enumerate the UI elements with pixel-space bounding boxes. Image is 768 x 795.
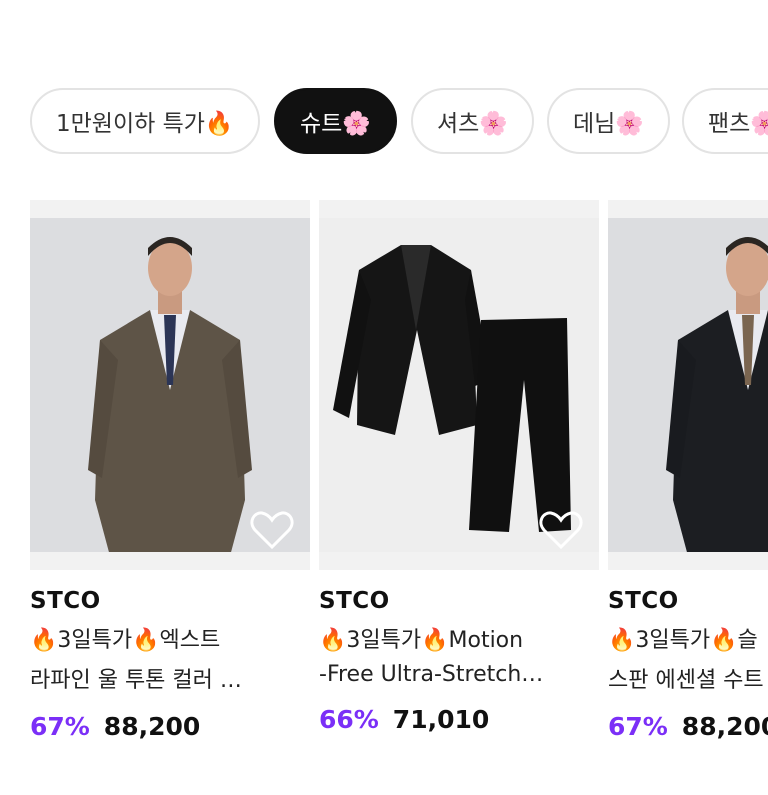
price-row: 66% 71,010 bbox=[319, 705, 599, 734]
product-title-line1: 🔥3일특가🔥슬 bbox=[608, 628, 758, 653]
product-card[interactable]: STCO 🔥3일특가🔥슬 스판 에센셜 수트 67% 88,200 bbox=[608, 200, 768, 741]
product-image-black-suit-flatlay[interactable] bbox=[319, 200, 599, 570]
product-brand: STCO bbox=[608, 588, 679, 614]
heart-icon[interactable] bbox=[250, 510, 294, 550]
chip-shirts[interactable]: 셔츠🌸 bbox=[411, 88, 534, 154]
discount-rate: 67% bbox=[30, 712, 90, 741]
chip-denim[interactable]: 데님🌸 bbox=[547, 88, 670, 154]
product-card[interactable]: STCO 🔥3일특가🔥엑스트 라파인 울 투톤 컬러 … 67% 88,200 bbox=[30, 200, 310, 741]
price-row: 67% 88,200 bbox=[30, 712, 310, 741]
chip-label: 슈트🌸 bbox=[300, 111, 371, 137]
discount-rate: 66% bbox=[319, 705, 379, 734]
product-image-man-in-black-suit[interactable] bbox=[608, 200, 768, 570]
chip-pants[interactable]: 팬츠🌸 bbox=[682, 88, 768, 154]
discount-rate: 67% bbox=[608, 712, 668, 741]
chip-suit[interactable]: 슈트🌸 bbox=[274, 88, 397, 154]
product-brand: STCO bbox=[319, 588, 390, 614]
chip-label: 데님🌸 bbox=[573, 111, 644, 137]
product-image-man-in-brown-suit[interactable] bbox=[30, 200, 310, 570]
sale-price: 71,010 bbox=[392, 705, 490, 734]
product-title-line2: -Free Ultra-Stretch… bbox=[319, 662, 544, 687]
heart-icon[interactable] bbox=[539, 510, 583, 550]
image-border bbox=[608, 552, 768, 570]
product-title-line2: 스판 에센셜 수트 bbox=[608, 668, 764, 693]
category-chip-bar: 1만원이하 특가🔥 슈트🌸 셔츠🌸 데님🌸 팬츠🌸 bbox=[0, 86, 768, 160]
chip-label: 팬츠🌸 bbox=[708, 111, 768, 137]
product-grid: STCO 🔥3일특가🔥엑스트 라파인 울 투톤 컬러 … 67% 88,200 bbox=[0, 200, 768, 760]
image-border bbox=[319, 552, 599, 570]
image-border bbox=[30, 552, 310, 570]
product-title-line2: 라파인 울 투톤 컬러 … bbox=[30, 668, 242, 693]
product-title-line1: 🔥3일특가🔥Motion bbox=[319, 628, 524, 653]
chip-under-10000-deal[interactable]: 1만원이하 특가🔥 bbox=[30, 88, 260, 154]
chip-label: 1만원이하 특가🔥 bbox=[56, 111, 234, 137]
sale-price: 88,200 bbox=[681, 712, 768, 741]
product-title-line1: 🔥3일특가🔥엑스트 bbox=[30, 628, 221, 653]
price-row: 67% 88,200 bbox=[608, 712, 768, 741]
man-in-black-suit-illustration bbox=[608, 218, 768, 556]
product-brand: STCO bbox=[30, 588, 101, 614]
product-card[interactable]: STCO 🔥3일특가🔥Motion -Free Ultra-Stretch… 6… bbox=[319, 200, 599, 734]
chip-label: 셔츠🌸 bbox=[437, 111, 508, 137]
sale-price: 88,200 bbox=[103, 712, 201, 741]
